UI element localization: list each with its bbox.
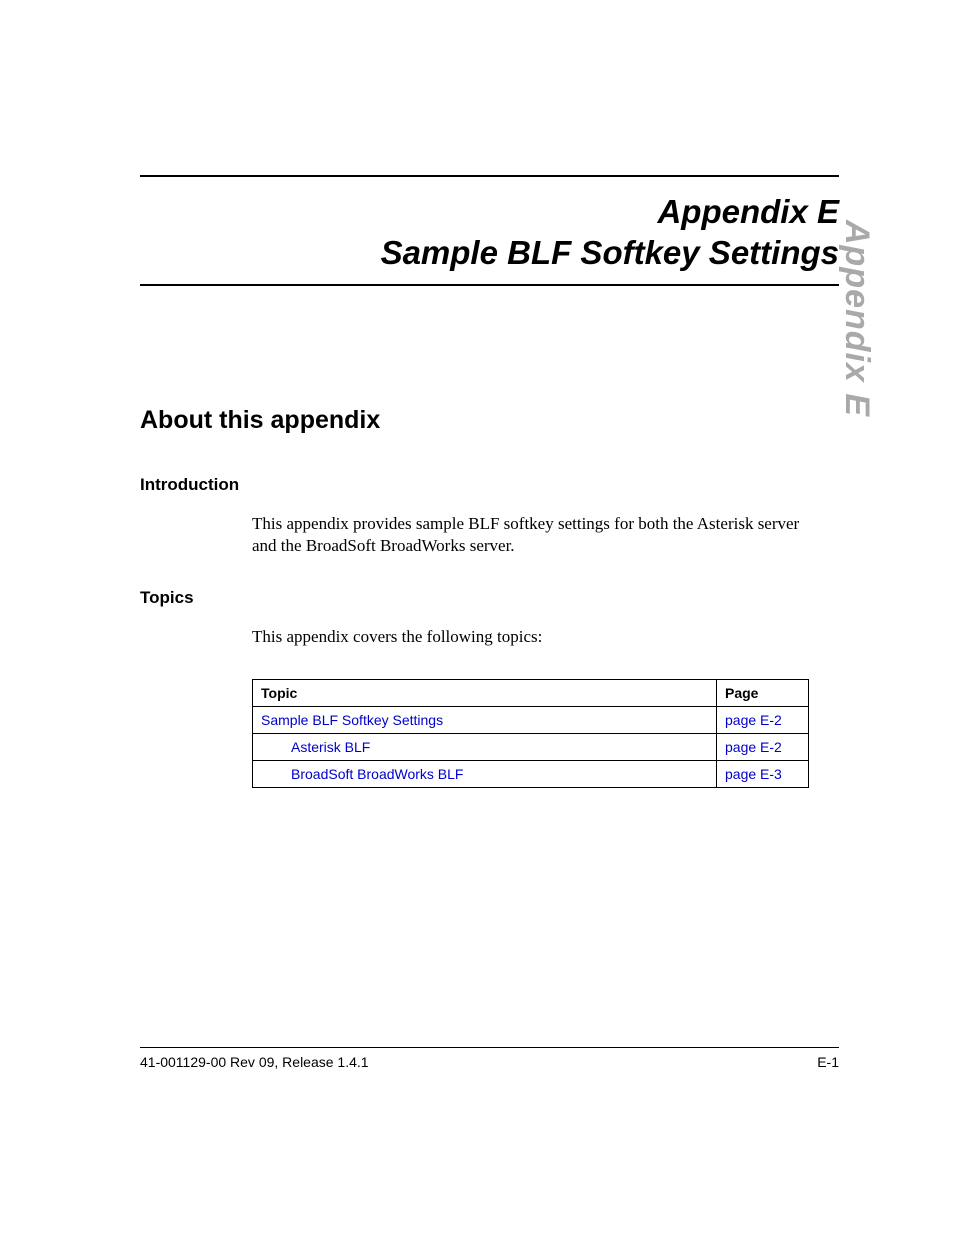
page-container: Appendix E Sample BLF Softkey Settings A…	[0, 0, 954, 1235]
col-header-topic: Topic	[253, 680, 717, 707]
topics-table: Topic Page Sample BLF Softkey Settings p…	[252, 679, 809, 788]
table-row: BroadSoft BroadWorks BLF page E-3	[253, 761, 809, 788]
topic-link[interactable]: Asterisk BLF	[261, 739, 370, 755]
topics-heading: Topics	[140, 588, 839, 608]
section-heading: About this appendix	[140, 406, 839, 435]
topic-link[interactable]: Sample BLF Softkey Settings	[261, 712, 443, 728]
footer-doc-id: 41-001129-00 Rev 09, Release 1.4.1	[140, 1054, 369, 1070]
table-row: Asterisk BLF page E-2	[253, 734, 809, 761]
side-tab-label: Appendix E	[837, 220, 876, 417]
topic-link[interactable]: BroadSoft BroadWorks BLF	[261, 766, 463, 782]
table-header-row: Topic Page	[253, 680, 809, 707]
appendix-label: Appendix E	[140, 191, 839, 232]
page-footer: 41-001129-00 Rev 09, Release 1.4.1 E-1	[140, 1047, 839, 1070]
top-rule	[140, 175, 839, 177]
title-block: Appendix E Sample BLF Softkey Settings	[140, 191, 839, 274]
appendix-title: Sample BLF Softkey Settings	[140, 232, 839, 273]
footer-rule	[140, 1047, 839, 1048]
page-link[interactable]: page E-2	[725, 712, 782, 728]
col-header-page: Page	[717, 680, 809, 707]
footer-page-number: E-1	[817, 1054, 839, 1070]
page-link[interactable]: page E-2	[725, 739, 782, 755]
table-row: Sample BLF Softkey Settings page E-2	[253, 707, 809, 734]
introduction-body: This appendix provides sample BLF softke…	[252, 513, 812, 559]
page-link[interactable]: page E-3	[725, 766, 782, 782]
topics-body: This appendix covers the following topic…	[252, 626, 812, 649]
spacing	[140, 286, 839, 406]
footer-row: 41-001129-00 Rev 09, Release 1.4.1 E-1	[140, 1054, 839, 1070]
introduction-heading: Introduction	[140, 475, 839, 495]
